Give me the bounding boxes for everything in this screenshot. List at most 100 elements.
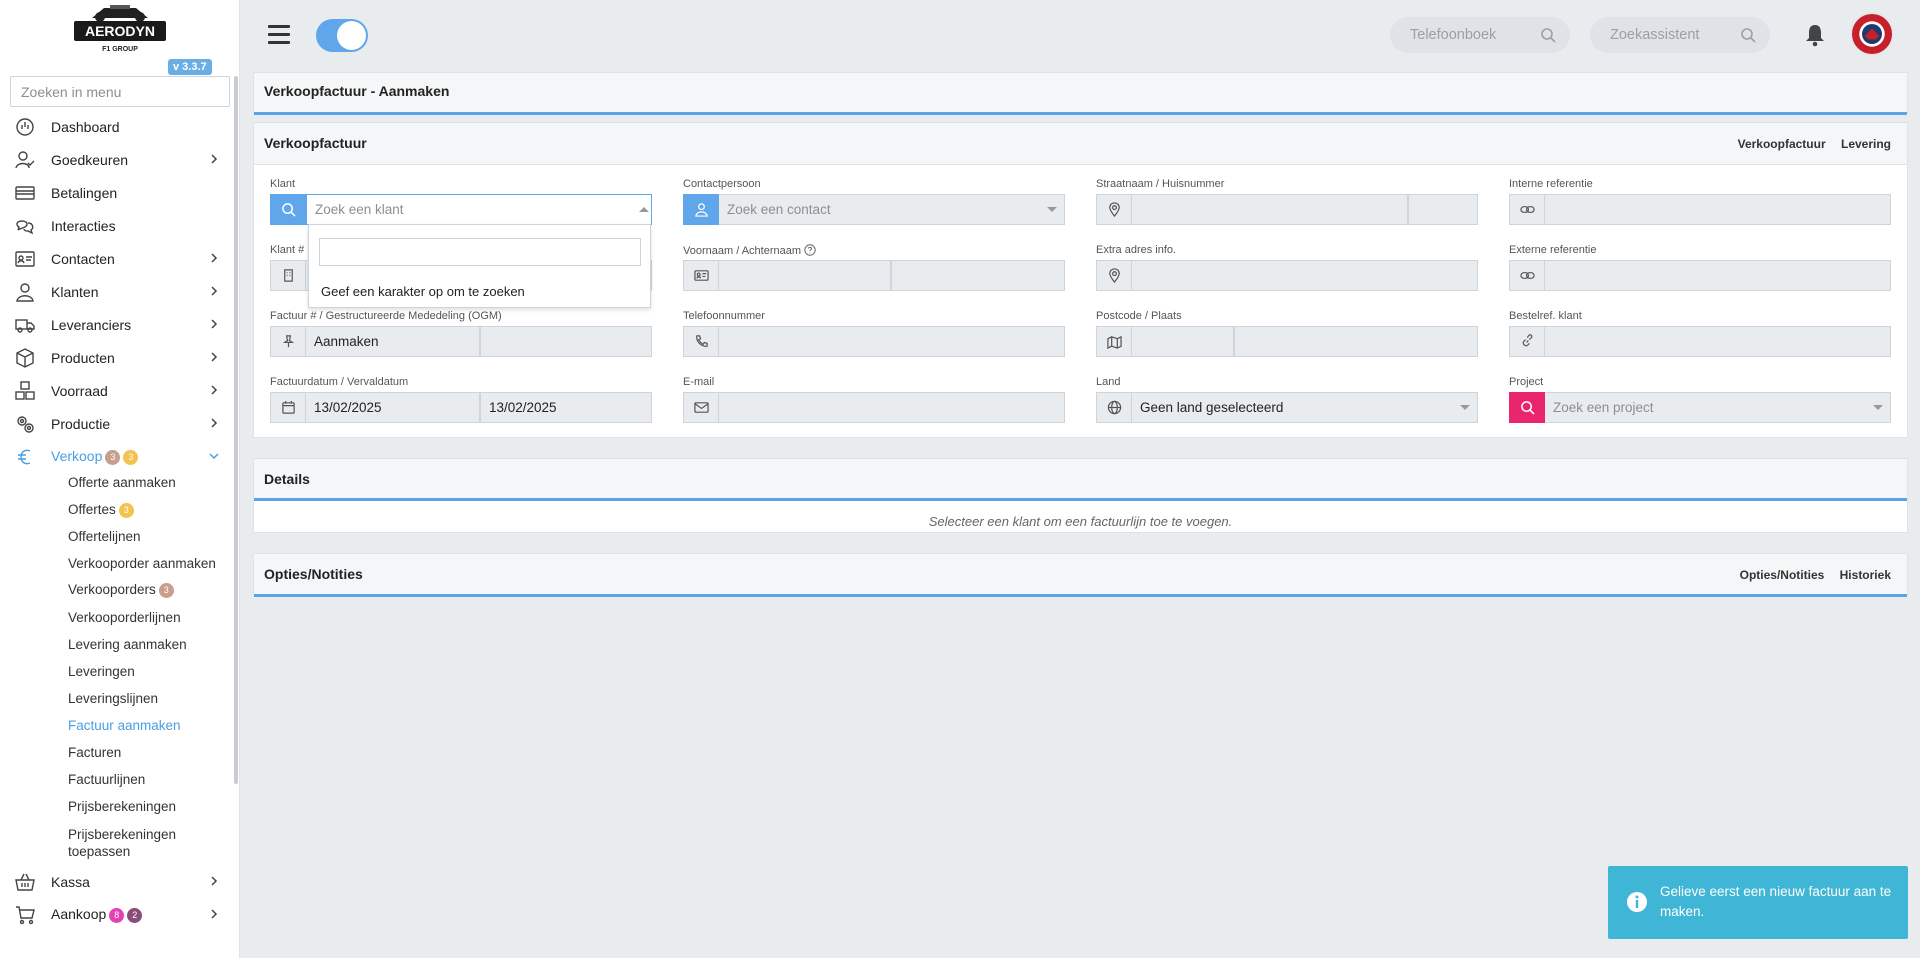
email-input[interactable]	[719, 392, 1065, 423]
klant-dropdown-message: Geef een karakter op om te zoeken	[321, 284, 525, 299]
submenu-item-prijsberekeningen[interactable]: Prijsberekeningen	[68, 799, 176, 814]
bell-icon[interactable]	[1804, 23, 1826, 47]
details-empty-message: Selecteer een klant om een factuurlijn t…	[928, 514, 1233, 529]
klant-dropdown-search-input[interactable]	[319, 238, 641, 266]
extra-input[interactable]	[1132, 260, 1478, 291]
aerodyn-logo[interactable]: AERODYN F1 GROUP	[74, 4, 166, 56]
sidebar-item-verkoop[interactable]: Verkoop 3 3	[0, 440, 232, 473]
intref-input[interactable]	[1545, 194, 1891, 225]
extra-field[interactable]	[1096, 260, 1478, 291]
achternaam-input[interactable]	[891, 260, 1065, 291]
bestelref-input[interactable]	[1545, 326, 1891, 357]
straat-input[interactable]	[1132, 194, 1408, 225]
chevron-right-icon	[211, 253, 218, 263]
contact-select[interactable]: Zoek een contact	[683, 194, 1065, 225]
plaats-input[interactable]	[1234, 326, 1478, 357]
link-levering[interactable]: Levering	[1841, 137, 1891, 151]
submenu-item-factuur-aanmaken[interactable]: Factuur aanmaken	[68, 718, 181, 733]
telefoon-input[interactable]	[719, 326, 1065, 357]
credit-card-icon	[15, 186, 35, 200]
sidebar-item-producten[interactable]: Producten	[0, 341, 232, 374]
vervaldatum-input[interactable]: 13/02/2025	[480, 392, 652, 423]
postcode-label: Postcode / Plaats	[1096, 310, 1182, 322]
bestelref-field[interactable]	[1509, 326, 1891, 357]
land-value[interactable]: Geen land geselecteerd	[1132, 392, 1478, 423]
sidebar-item-kassa[interactable]: Kassa	[0, 865, 232, 898]
verkoop-badge-1: 3	[105, 450, 121, 465]
extref-field[interactable]	[1509, 260, 1891, 291]
submenu-item-leveringen[interactable]: Leveringen	[68, 664, 135, 679]
sidebar-item-klanten[interactable]: Klanten	[0, 275, 232, 308]
sidebar-item-leveranciers[interactable]: Leveranciers	[0, 308, 232, 341]
aankoop-badge-2: 2	[127, 908, 143, 923]
contact-placeholder[interactable]: Zoek een contact	[719, 194, 1065, 225]
info-toast[interactable]: Gelieve eerst een nieuw factuur aan te m…	[1608, 866, 1908, 939]
chevron-right-icon	[211, 876, 218, 886]
link-verkoopfactuur[interactable]: Verkoopfactuur	[1738, 137, 1826, 151]
submenu-item-prijsberekeningen-toepassen[interactable]: Prijsberekeningen toepassen	[68, 826, 188, 860]
link-historiek[interactable]: Historiek	[1840, 568, 1891, 582]
naam-field[interactable]	[683, 260, 1065, 291]
search-icon	[1520, 401, 1535, 415]
sidebar-item-aankoop[interactable]: Aankoop 8 2	[0, 898, 232, 931]
telefoon-field[interactable]	[683, 326, 1065, 357]
sidebar-item-betalingen[interactable]: Betalingen	[0, 176, 232, 209]
submenu-item-verkooporderlijnen[interactable]: Verkooporderlijnen	[68, 610, 181, 625]
page-title-panel: Verkoopfactuur - Aanmaken	[253, 72, 1908, 115]
submenu-item-factuurlijnen[interactable]: Factuurlijnen	[68, 772, 145, 787]
sidebar-item-goedkeuren[interactable]: Goedkeuren	[0, 143, 232, 176]
submenu-item-offertes[interactable]: Offertes 3	[68, 502, 134, 518]
email-field[interactable]	[683, 392, 1065, 423]
submenu-item-verkooporder-aanmaken[interactable]: Verkooporder aanmaken	[68, 556, 216, 571]
user-avatar[interactable]	[1850, 12, 1894, 56]
chevron-right-icon	[211, 352, 218, 362]
project-select[interactable]: Zoek een project	[1509, 392, 1891, 423]
project-placeholder[interactable]: Zoek een project	[1545, 392, 1891, 423]
klant-placeholder[interactable]: Zoek een klant	[306, 194, 652, 225]
submenu-item-facturen[interactable]: Facturen	[68, 745, 121, 760]
straat-field[interactable]	[1096, 194, 1478, 225]
info-icon	[1627, 892, 1647, 912]
factuurdatum-input[interactable]: 13/02/2025	[306, 392, 480, 423]
ogm-field[interactable]	[480, 326, 652, 357]
search-icon	[1541, 28, 1556, 43]
sidebar-item-contacten[interactable]: Contacten	[0, 242, 232, 275]
factuur-number[interactable]: Aanmaken	[306, 326, 480, 357]
phonebook-search[interactable]: Telefoonboek	[1390, 17, 1570, 53]
sidebar-item-productie[interactable]: Productie	[0, 407, 232, 440]
submenu-item-offertelijnen[interactable]: Offertelijnen	[68, 529, 141, 544]
sidebar-scrollbar[interactable]	[234, 76, 238, 784]
theme-toggle[interactable]	[316, 19, 368, 52]
extref-input[interactable]	[1545, 260, 1891, 291]
submenu-item-levering-aanmaken[interactable]: Levering aanmaken	[68, 637, 187, 652]
submenu-item-leveringslijnen[interactable]: Leveringslijnen	[68, 691, 158, 706]
phonebook-placeholder: Telefoonboek	[1410, 27, 1497, 43]
datum-field[interactable]: 13/02/2025 13/02/2025	[270, 392, 652, 423]
caret-down-icon	[1047, 207, 1057, 212]
menu-search-input[interactable]	[10, 76, 230, 107]
huisnummer-input[interactable]	[1408, 194, 1478, 225]
klant-select[interactable]: Zoek een klant	[270, 194, 652, 225]
submenu-item-offerte-aanmaken[interactable]: Offerte aanmaken	[68, 475, 176, 490]
land-select[interactable]: Geen land geselecteerd	[1096, 392, 1478, 423]
caret-up-icon	[639, 207, 649, 212]
link-opties-notities[interactable]: Opties/Notities	[1740, 568, 1825, 582]
help-icon[interactable]	[804, 244, 816, 256]
assistant-search[interactable]: Zoekassistent	[1590, 17, 1770, 53]
sidebar-item-dashboard[interactable]: Dashboard	[0, 110, 232, 143]
intref-field[interactable]	[1509, 194, 1891, 225]
extref-label: Externe referentie	[1509, 244, 1597, 256]
hamburger-menu-button[interactable]	[268, 25, 290, 45]
submenu-item-verkooporders[interactable]: Verkooporders 3	[68, 582, 174, 598]
toast-message: Gelieve eerst een nieuw factuur aan te m…	[1660, 884, 1892, 919]
voornaam-input[interactable]	[719, 260, 891, 291]
map-pin-icon	[1108, 268, 1120, 283]
postcode-input[interactable]	[1132, 326, 1234, 357]
postcode-field[interactable]	[1096, 326, 1478, 357]
sidebar-item-voorraad[interactable]: Voorraad	[0, 374, 232, 407]
sidebar-item-label: Interacties	[51, 217, 116, 234]
factuur-field[interactable]: Aanmaken	[270, 326, 652, 357]
contact-card-icon	[15, 251, 35, 267]
chevron-right-icon	[211, 418, 218, 428]
sidebar-item-interacties[interactable]: Interacties	[0, 209, 232, 242]
